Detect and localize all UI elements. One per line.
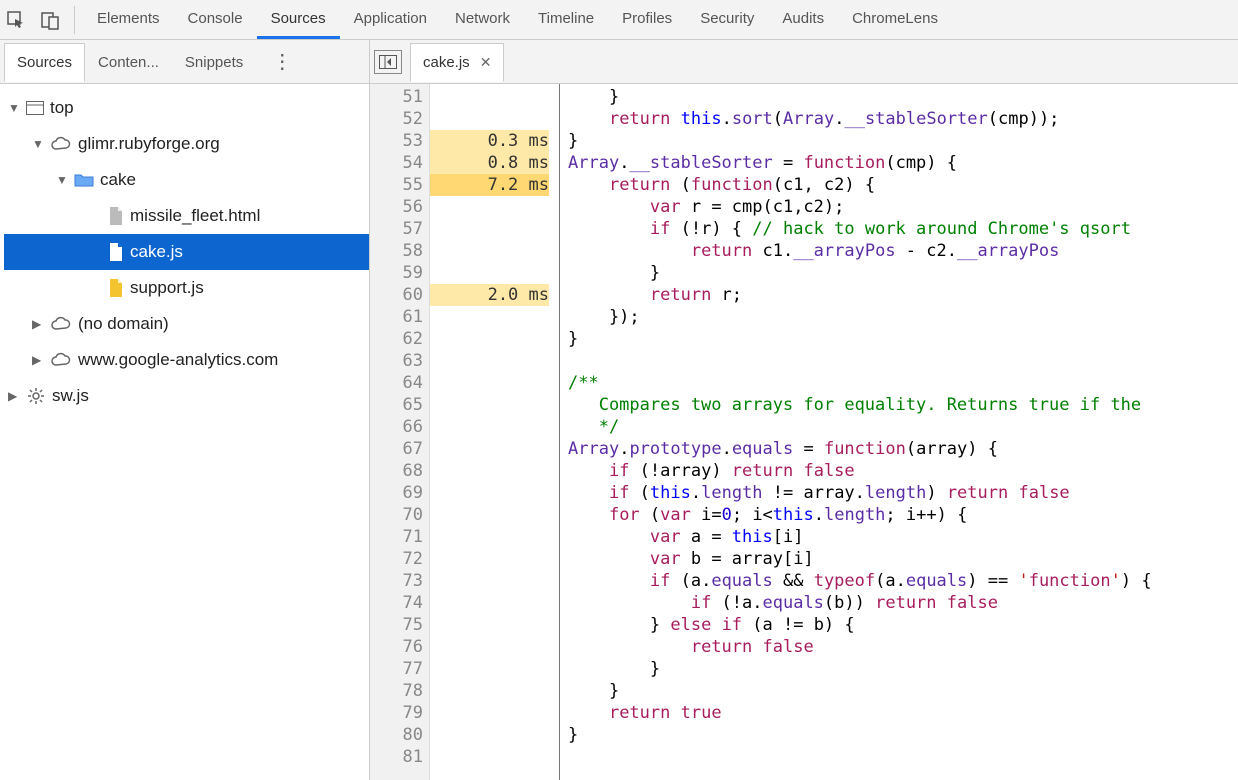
- disclosure-icon[interactable]: ▶: [32, 317, 44, 331]
- toolbar-icon-group: [6, 6, 75, 34]
- file-tab-cake-js[interactable]: cake.js ✕: [410, 43, 504, 82]
- gear-icon: [26, 386, 46, 406]
- tree-node-top[interactable]: ▼ top: [4, 90, 369, 126]
- tree-label: www.google-analytics.com: [78, 350, 278, 370]
- disclosure-icon[interactable]: ▼: [56, 173, 68, 187]
- cloud-icon: [50, 352, 72, 368]
- tree-node-support-js[interactable]: support.js: [4, 270, 369, 306]
- navigator-tab-sources[interactable]: Sources: [4, 43, 85, 82]
- device-toggle-icon[interactable]: [40, 10, 60, 30]
- tab-elements[interactable]: Elements: [83, 0, 174, 39]
- editor-panel: cake.js ✕ 515253545556575859606162636465…: [370, 40, 1238, 780]
- tab-application[interactable]: Application: [340, 0, 441, 39]
- cloud-icon: [50, 316, 72, 332]
- devtools-toolbar: ElementsConsoleSourcesApplicationNetwork…: [0, 0, 1238, 40]
- file-icon: [108, 242, 124, 262]
- tree-node-glimr-rubyforge-org[interactable]: ▼ glimr.rubyforge.org: [4, 126, 369, 162]
- file-tab-label: cake.js: [423, 54, 470, 71]
- file-icon: [108, 206, 124, 226]
- disclosure-icon[interactable]: ▼: [32, 137, 44, 151]
- file-tree[interactable]: ▼ top ▼ glimr.rubyforge.org ▼ cake missile_fle…: [0, 84, 369, 780]
- tree-node-cake[interactable]: ▼ cake: [4, 162, 369, 198]
- folder-icon: [74, 172, 94, 188]
- navigator-tab-snippets[interactable]: Snippets: [172, 43, 256, 82]
- tree-node-www-google-analytics-com[interactable]: ▶ www.google-analytics.com: [4, 342, 369, 378]
- tab-audits[interactable]: Audits: [768, 0, 838, 39]
- line-number-gutter: 5152535455565758596061626364656667686970…: [370, 84, 430, 780]
- code-content[interactable]: } return this.sort(Array.__stableSorter(…: [560, 84, 1238, 780]
- timing-gutter: 0.3 ms0.8 ms7.2 ms2.0 ms: [430, 84, 560, 780]
- tree-label: sw.js: [52, 386, 89, 406]
- window-icon: [26, 101, 44, 115]
- close-icon[interactable]: ✕: [480, 54, 492, 71]
- tab-network[interactable]: Network: [441, 0, 524, 39]
- tree-node--no-domain-[interactable]: ▶ (no domain): [4, 306, 369, 342]
- disclosure-icon[interactable]: ▶: [32, 353, 44, 367]
- tree-label: support.js: [130, 278, 204, 298]
- tree-label: glimr.rubyforge.org: [78, 134, 220, 154]
- tree-label: (no domain): [78, 314, 169, 334]
- disclosure-icon[interactable]: ▶: [8, 389, 20, 403]
- disclosure-icon[interactable]: ▼: [8, 101, 20, 115]
- tree-label: missile_fleet.html: [130, 206, 260, 226]
- tab-sources[interactable]: Sources: [257, 0, 340, 39]
- file-yellow-icon: [108, 278, 124, 298]
- navigator-panel: SourcesConten...Snippets ⋮ ▼ top ▼ glimr.ru…: [0, 40, 370, 780]
- tree-label: top: [50, 98, 74, 118]
- tree-node-missile-fleet-html[interactable]: missile_fleet.html: [4, 198, 369, 234]
- tab-profiles[interactable]: Profiles: [608, 0, 686, 39]
- navigator-toggle-icon[interactable]: [374, 50, 402, 74]
- tree-node-sw-js[interactable]: ▶ sw.js: [4, 378, 369, 414]
- tab-timeline[interactable]: Timeline: [524, 0, 608, 39]
- cloud-icon: [50, 136, 72, 152]
- main-tabs: ElementsConsoleSourcesApplicationNetwork…: [83, 0, 952, 39]
- tab-console[interactable]: Console: [174, 0, 257, 39]
- workspace: SourcesConten...Snippets ⋮ ▼ top ▼ glimr.ru…: [0, 40, 1238, 780]
- navigator-tab-conten[interactable]: Conten...: [85, 43, 172, 82]
- code-editor[interactable]: 5152535455565758596061626364656667686970…: [370, 84, 1238, 780]
- more-icon[interactable]: ⋮: [262, 49, 303, 74]
- tab-chromelens[interactable]: ChromeLens: [838, 0, 952, 39]
- inspect-icon[interactable]: [6, 10, 26, 30]
- editor-tabbar: cake.js ✕: [370, 40, 1238, 84]
- navigator-tabs: SourcesConten...Snippets ⋮: [0, 40, 369, 84]
- tab-security[interactable]: Security: [686, 0, 768, 39]
- tree-label: cake: [100, 170, 136, 190]
- tree-label: cake.js: [130, 242, 183, 262]
- tree-node-cake-js[interactable]: cake.js: [4, 234, 369, 270]
